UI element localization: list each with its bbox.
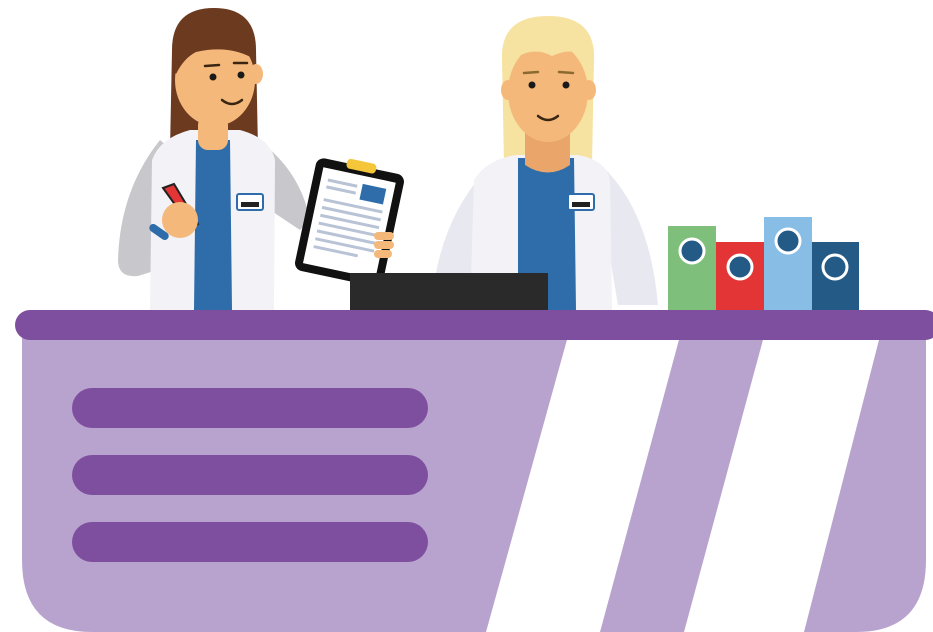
doctor2-badge-strip [572,202,590,207]
binders-icon [668,217,859,312]
doctor2-ear-right [582,80,596,100]
doctor-brunette [118,8,404,310]
doctor1-badge-strip [241,202,259,207]
doctor2-right-sleeve [604,170,658,305]
monitor-icon [350,273,548,313]
doctor1-ear [249,64,263,84]
doctor2-face [508,42,588,142]
doctor2-eye-left [528,81,536,89]
clipboard-icon [294,158,404,287]
doctor2-brow-right [557,70,575,75]
doctor1-eye-right [237,71,245,79]
doctor1-brow-left [203,63,221,68]
doctor-blonde [432,16,658,310]
desk-slat-3 [72,522,428,562]
desk-slat-1 [72,388,428,428]
desk-top [15,310,933,340]
doctor1-eye-left [209,73,217,81]
doctor2-eye-right [562,81,570,89]
desk-slat-2 [72,455,428,495]
doctor2-brow-left [522,70,540,75]
reception-desk-illustration [15,8,933,632]
doctor1-right-hand [374,232,394,258]
doctor1-scrub [194,140,232,310]
reception-desk [15,310,933,632]
doctor2-ear-left [501,80,515,100]
doctor1-left-hand [162,202,198,238]
